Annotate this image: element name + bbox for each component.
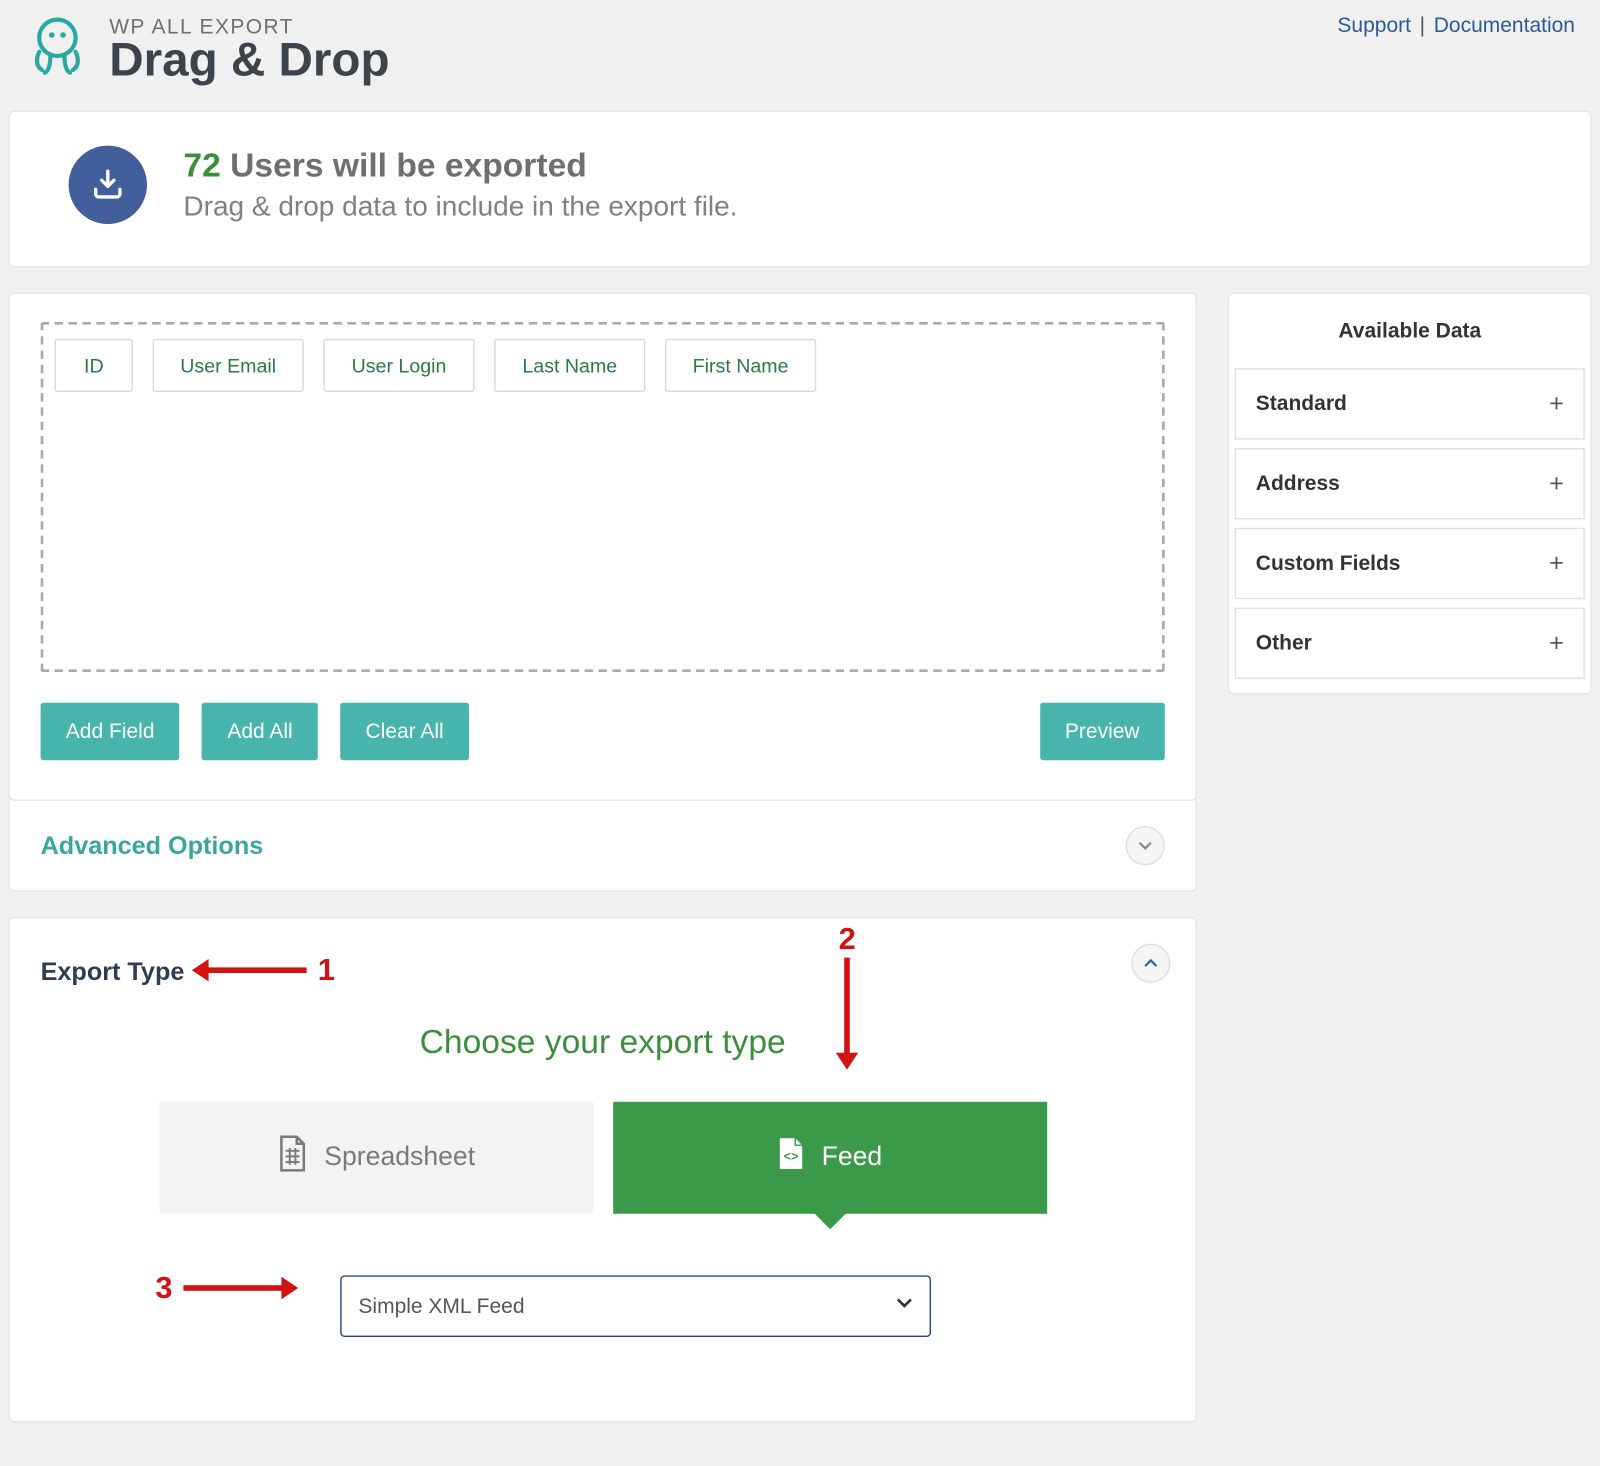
annotation-3: 3: [144, 1270, 284, 1306]
choose-export-type-label: Choose your export type: [41, 1023, 1165, 1062]
link-separator: |: [1417, 14, 1428, 38]
preview-button[interactable]: Preview: [1040, 703, 1165, 760]
export-type-title: Export Type: [41, 958, 1165, 987]
export-type-spreadsheet[interactable]: Spreadsheet: [159, 1102, 593, 1214]
export-type-panel: Export Type Choose your export type: [8, 917, 1197, 1422]
available-group-label: Standard: [1256, 392, 1347, 416]
svg-text:<>: <>: [783, 1150, 798, 1164]
field-chip[interactable]: Last Name: [494, 339, 645, 392]
export-icon: [69, 146, 147, 224]
header: WP ALL EXPORT Drag & Drop Support | Docu…: [8, 8, 1591, 110]
logo-icon: [25, 14, 89, 85]
summary-title: 72 Users will be exported: [183, 146, 737, 185]
dropzone[interactable]: ID User Email User Login Last Name First…: [41, 322, 1165, 672]
spreadsheet-icon: [277, 1135, 308, 1180]
logo-block: WP ALL EXPORT Drag & Drop: [25, 14, 389, 85]
chevron-down-icon: [1137, 837, 1154, 854]
advanced-options-label: Advanced Options: [41, 831, 264, 860]
header-links: Support | Documentation: [1337, 14, 1575, 38]
expand-icon: +: [1549, 469, 1564, 498]
expand-icon: +: [1549, 549, 1564, 578]
export-type-feed[interactable]: <> Feed: [613, 1102, 1047, 1214]
available-data-title: Available Data: [1229, 294, 1590, 368]
advanced-expand-button[interactable]: [1126, 826, 1165, 865]
available-group-custom-fields[interactable]: Custom Fields +: [1235, 528, 1585, 599]
page-title: Drag & Drop: [109, 36, 389, 84]
spreadsheet-label: Spreadsheet: [324, 1142, 475, 1173]
advanced-options-row[interactable]: Advanced Options: [8, 801, 1197, 892]
export-count: 72: [183, 146, 220, 184]
fields-panel: ID User Email User Login Last Name First…: [8, 293, 1197, 801]
field-chip[interactable]: First Name: [665, 339, 816, 392]
feed-label: Feed: [822, 1142, 883, 1173]
add-field-button[interactable]: Add Field: [41, 703, 180, 760]
clear-all-button[interactable]: Clear All: [340, 703, 469, 760]
feed-icon: <>: [777, 1137, 805, 1179]
add-all-button[interactable]: Add All: [202, 703, 318, 760]
available-group-label: Address: [1256, 472, 1340, 496]
available-group-label: Other: [1256, 631, 1312, 655]
field-chip[interactable]: ID: [55, 339, 133, 392]
available-group-label: Custom Fields: [1256, 552, 1401, 576]
export-collapse-button[interactable]: [1131, 944, 1170, 983]
expand-icon: +: [1549, 629, 1564, 658]
available-data-panel: Available Data Standard + Address + Cust…: [1228, 293, 1592, 695]
link-support[interactable]: Support: [1337, 14, 1411, 38]
available-group-address[interactable]: Address +: [1235, 448, 1585, 519]
expand-icon: +: [1549, 389, 1564, 418]
field-chip[interactable]: User Email: [153, 339, 304, 392]
export-count-suffix: Users will be exported: [221, 146, 587, 184]
feed-format-select[interactable]: Simple XML Feed: [340, 1275, 931, 1337]
summary-subtitle: Drag & drop data to include in the expor…: [183, 191, 737, 223]
summary-panel: 72 Users will be exported Drag & drop da…: [8, 111, 1591, 268]
field-chip[interactable]: User Login: [323, 339, 474, 392]
available-group-other[interactable]: Other +: [1235, 608, 1585, 679]
link-documentation[interactable]: Documentation: [1434, 14, 1575, 38]
available-group-standard[interactable]: Standard +: [1235, 368, 1585, 439]
chevron-up-icon: [1142, 955, 1159, 972]
